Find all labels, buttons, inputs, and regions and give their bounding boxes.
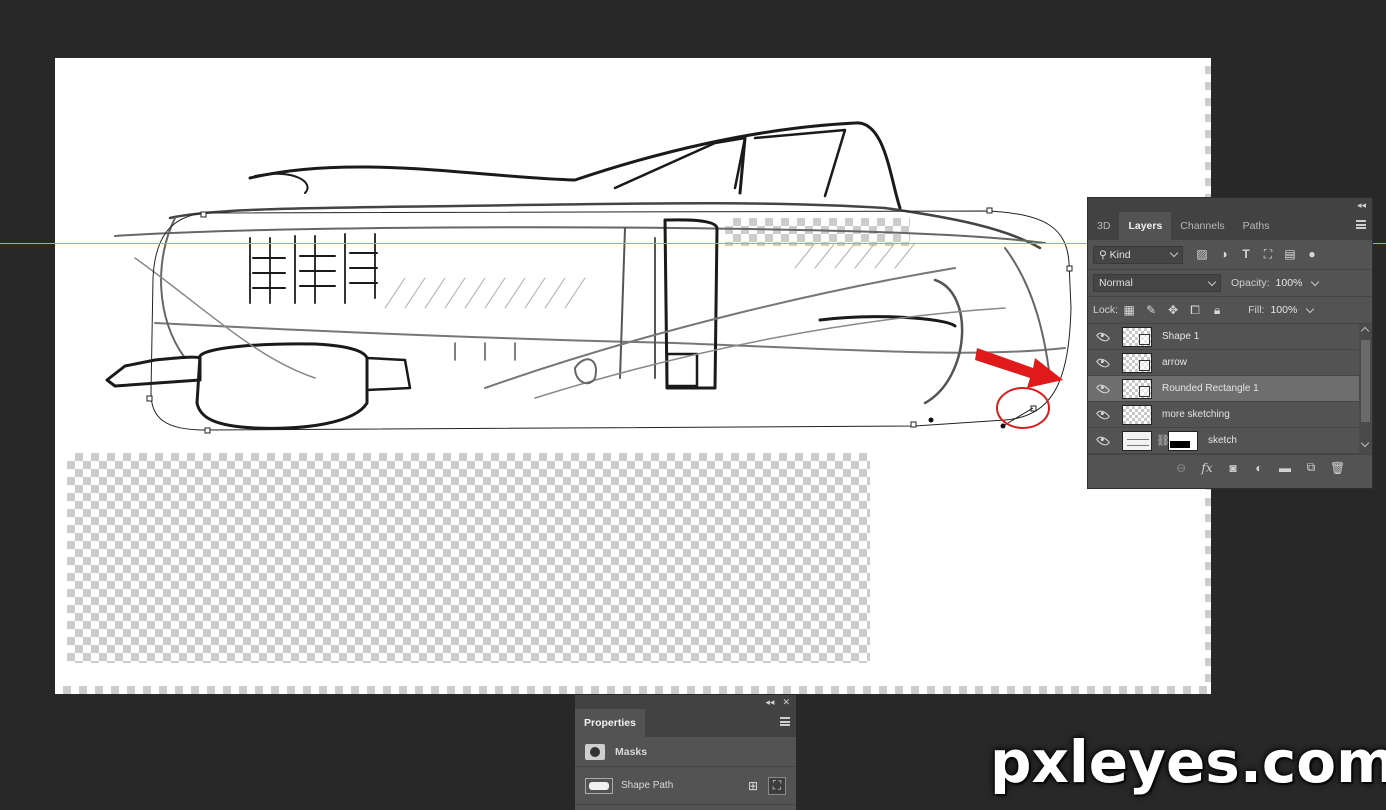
filter-kind-label: Kind bbox=[1109, 248, 1131, 261]
visibility-eye-icon[interactable] bbox=[1088, 355, 1118, 370]
filter-toggle-icon[interactable]: ● bbox=[1301, 247, 1323, 262]
opacity-label: Opacity: bbox=[1231, 277, 1270, 289]
masks-label: Masks bbox=[615, 745, 648, 758]
blend-mode-value: Normal bbox=[1099, 277, 1133, 289]
shape-path-swatch bbox=[585, 777, 613, 794]
visibility-eye-icon[interactable] bbox=[1088, 381, 1118, 396]
search-icon: ⚲ bbox=[1099, 248, 1107, 261]
layer-row-more-sketching[interactable]: more sketching bbox=[1088, 402, 1359, 428]
opacity-value[interactable]: 100% bbox=[1276, 277, 1303, 289]
layer-thumbnail bbox=[1122, 326, 1152, 347]
new-layer-icon[interactable]: ⧉ bbox=[1304, 460, 1318, 475]
layer-thumbnail bbox=[1122, 352, 1152, 373]
blend-row: Normal Opacity: 100% bbox=[1088, 270, 1372, 297]
tab-paths[interactable]: Paths bbox=[1234, 212, 1279, 240]
scroll-up-icon[interactable] bbox=[1360, 326, 1370, 336]
lock-move-icon[interactable]: ✥ bbox=[1162, 303, 1184, 317]
layer-row-rounded-rectangle-1[interactable]: Rounded Rectangle 1 bbox=[1088, 376, 1359, 402]
properties-panel-tabbar: Properties bbox=[575, 709, 796, 737]
properties-panel-titlebar[interactable]: ◂◂ ✕ bbox=[575, 695, 796, 709]
add-mask-icon[interactable]: ◙ bbox=[1226, 461, 1240, 475]
folder-icon[interactable]: ▬ bbox=[1278, 461, 1292, 475]
tab-3d[interactable]: 3D bbox=[1088, 212, 1119, 240]
layer-list: Shape 1 arrow Rounded Rectangle 1 more s… bbox=[1088, 324, 1372, 454]
select-path-icon[interactable]: ⛶ bbox=[768, 776, 786, 795]
visibility-eye-icon[interactable] bbox=[1088, 329, 1118, 344]
chevron-down-icon bbox=[1169, 248, 1179, 258]
layer-thumbnail bbox=[1122, 430, 1152, 451]
close-icon[interactable]: ✕ bbox=[782, 697, 790, 708]
lock-brush-icon[interactable]: ✎ bbox=[1140, 303, 1162, 317]
lock-label: Lock: bbox=[1093, 304, 1119, 316]
adjustment-icon[interactable]: ◐ bbox=[1252, 461, 1266, 475]
fx-icon[interactable]: fx bbox=[1200, 461, 1214, 475]
adjustment-filter-icon[interactable]: ◑ bbox=[1213, 247, 1235, 262]
fill-chevron-icon[interactable] bbox=[1306, 304, 1315, 313]
layer-name: sketch bbox=[1208, 435, 1237, 446]
shape-path-label: Shape Path bbox=[621, 780, 674, 791]
tab-channels[interactable]: Channels bbox=[1171, 212, 1233, 240]
smart-object-filter-icon[interactable]: ▤ bbox=[1279, 247, 1301, 262]
red-arrow-annotation-icon bbox=[975, 348, 1063, 429]
visibility-eye-icon[interactable] bbox=[1088, 433, 1118, 448]
layers-panel-tabbar: 3D Layers Channels Paths bbox=[1088, 212, 1372, 240]
layer-thumbnail bbox=[1122, 378, 1152, 399]
masks-section: Masks bbox=[575, 737, 796, 767]
collapse-icon[interactable]: ◂◂ bbox=[765, 697, 774, 708]
trash-icon[interactable]: 🗑︎ bbox=[1330, 461, 1345, 475]
chevron-down-icon bbox=[1207, 277, 1217, 286]
lock-artboard-icon[interactable]: ⧠ bbox=[1184, 303, 1206, 318]
fill-value[interactable]: 100% bbox=[1270, 304, 1297, 316]
panel-menu-icon[interactable] bbox=[780, 717, 790, 726]
lock-all-icon[interactable]: 🔒︎ bbox=[1206, 303, 1228, 318]
layer-thumbnail bbox=[1122, 404, 1152, 425]
layer-name: Rounded Rectangle 1 bbox=[1162, 383, 1259, 394]
opacity-chevron-icon[interactable] bbox=[1311, 277, 1320, 286]
document-canvas[interactable] bbox=[55, 58, 1211, 694]
mask-link-icon[interactable]: ⛓ bbox=[1156, 434, 1170, 447]
fill-label: Fill: bbox=[1248, 304, 1265, 316]
layers-bottom-toolbar: ⊖ fx ◙ ◐ ▬ ⧉ 🗑︎ bbox=[1088, 454, 1372, 480]
shape-path-row[interactable]: Shape Path ⊞ ⛶ bbox=[575, 767, 796, 805]
layer-row-sketch[interactable]: ⛓ sketch bbox=[1088, 428, 1359, 454]
filter-kind-dropdown[interactable]: ⚲ Kind bbox=[1093, 245, 1183, 264]
visibility-eye-icon[interactable] bbox=[1088, 407, 1118, 422]
lock-row: Lock: ▦ ✎ ✥ ⧠ 🔒︎ Fill: 100% bbox=[1088, 297, 1372, 324]
filter-row: ⚲ Kind ▨ ◑ T ⛶ ▤ ● bbox=[1088, 240, 1372, 270]
layers-panel-titlebar[interactable]: ◂◂ bbox=[1088, 198, 1372, 212]
mask-icon bbox=[585, 743, 605, 760]
layer-row-shape-1[interactable]: Shape 1 bbox=[1088, 324, 1359, 350]
layer-mask-thumbnail[interactable] bbox=[1168, 430, 1198, 451]
panel-menu-icon[interactable] bbox=[1356, 220, 1366, 229]
layer-row-arrow[interactable]: arrow bbox=[1088, 350, 1359, 376]
layer-list-scrollbar[interactable] bbox=[1359, 324, 1372, 454]
watermark-text: pxleyes.com bbox=[990, 728, 1386, 796]
properties-panel: ◂◂ ✕ Properties Masks Shape Path ⊞ ⛶ bbox=[575, 695, 796, 810]
layer-name: Shape 1 bbox=[1162, 331, 1200, 342]
add-vector-mask-icon[interactable]: ⊞ bbox=[744, 777, 762, 795]
scroll-down-icon[interactable] bbox=[1360, 438, 1370, 448]
link-icon[interactable]: ⊖ bbox=[1174, 461, 1188, 475]
collapse-icon[interactable]: ◂◂ bbox=[1357, 200, 1366, 211]
lock-transparent-icon[interactable]: ▦ bbox=[1118, 303, 1140, 317]
layers-panel: ◂◂ 3D Layers Channels Paths ⚲ Kind ▨ ◑ T… bbox=[1087, 197, 1373, 489]
scrollbar-thumb[interactable] bbox=[1361, 340, 1370, 422]
tab-properties[interactable]: Properties bbox=[575, 709, 645, 737]
layer-name: more sketching bbox=[1162, 409, 1230, 420]
layer-name: arrow bbox=[1162, 357, 1188, 368]
image-filter-icon[interactable]: ▨ bbox=[1191, 247, 1213, 262]
type-filter-icon[interactable]: T bbox=[1235, 247, 1257, 262]
tab-layers[interactable]: Layers bbox=[1119, 212, 1172, 240]
shape-filter-icon[interactable]: ⛶ bbox=[1257, 247, 1279, 262]
blend-mode-dropdown[interactable]: Normal bbox=[1093, 274, 1221, 292]
